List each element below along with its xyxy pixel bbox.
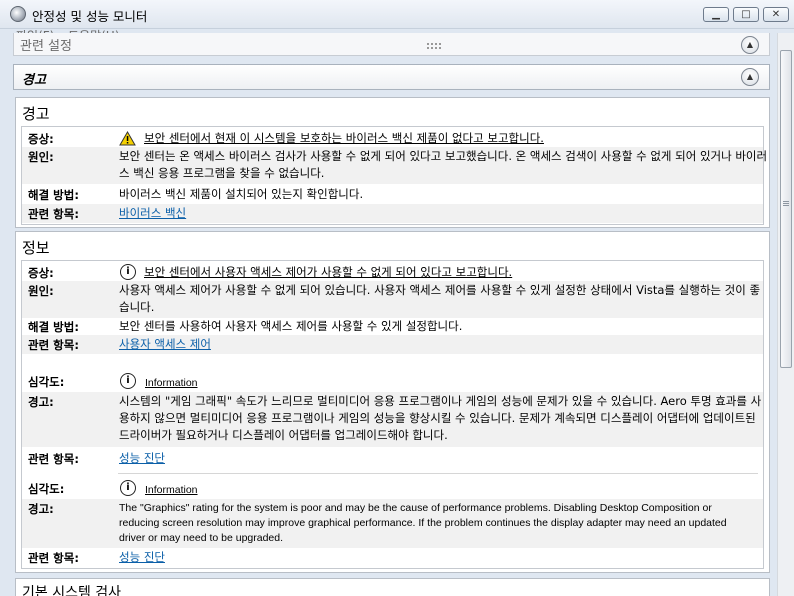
uac-cause-label: 원인:: [28, 284, 54, 298]
basic-system-checks-panel: 기본 시스템 검사: [15, 578, 770, 596]
warning-panel-title: 경고: [22, 105, 50, 123]
window-title: 안정성 및 성능 모니터: [32, 9, 148, 24]
antivirus-link[interactable]: 바이러스 백신: [119, 205, 186, 222]
uac-related-row: 관련 항목: 사용자 액세스 제어: [22, 335, 763, 354]
gfx-en-severity-value: Information: [145, 484, 198, 496]
gfx-ko-related-label: 관련 항목:: [28, 452, 79, 466]
related-settings-header[interactable]: 관련 설정 ▲: [13, 33, 770, 56]
related-row: 관련 항목: 바이러스 백신: [22, 204, 763, 223]
perf-diagnosis-link-2[interactable]: 성능 진단: [119, 549, 165, 566]
maximize-button[interactable]: □: [733, 7, 759, 22]
app-icon: [10, 6, 26, 22]
gfx-ko-warning-label: 경고:: [28, 395, 54, 409]
gfx-en-warning-text: The "Graphics" rating for the system is …: [119, 502, 727, 544]
perf-diagnosis-link[interactable]: 성능 진단: [119, 450, 165, 467]
related-settings-title: 관련 설정: [20, 39, 72, 54]
info-circle-icon: i: [120, 373, 136, 389]
gfx-ko-warning-text: 시스템의 "게임 그래픽" 속도가 느리므로 멀티미디어 응용 프로그램이나 게…: [119, 394, 762, 442]
resize-grip-icon[interactable]: [427, 43, 441, 49]
vertical-scrollbar[interactable]: [777, 33, 794, 596]
cause-text: 보안 센터는 온 액세스 바이러스 검사가 사용할 수 없게 되어 있다고 보고…: [119, 149, 768, 180]
uac-link[interactable]: 사용자 액세스 제어: [119, 336, 211, 353]
gfx-ko-warning-row: 경고: 시스템의 "게임 그래픽" 속도가 느리므로 멀티미디어 응용 프로그램…: [22, 392, 763, 447]
gfx-en-severity-row: 심각도: i Information: [22, 478, 763, 498]
symptom-text: 보안 센터에서 현재 이 시스템을 보호하는 바이러스 백신 제품이 없다고 보…: [144, 131, 544, 145]
symptom-label: 증상:: [28, 132, 54, 146]
uac-resolution-text: 보안 센터를 사용하여 사용자 액세스 제어를 사용할 수 있게 설정합니다.: [119, 319, 463, 333]
gfx-ko-related-row: 관련 항목: 성능 진단: [22, 449, 763, 469]
uac-related-label: 관련 항목:: [28, 338, 79, 352]
gfx-ko-severity-label: 심각도:: [28, 375, 65, 389]
collapse-warning-section-button[interactable]: ▲: [741, 68, 759, 86]
uac-resolution-row: 해결 방법: 보안 센터를 사용하여 사용자 액세스 제어를 사용할 수 있게 …: [22, 317, 763, 335]
resolution-text: 바이러스 백신 제품이 설치되어 있는지 확인합니다.: [119, 187, 364, 201]
gfx-en-warning-label: 경고:: [28, 502, 54, 516]
report-content: 관련 설정 ▲ 경고 ▲ 경고 증상: 보안 센터에서 현재 이 시스템을 보호…: [13, 33, 775, 596]
gfx-ko-severity-row: 심각도: i Information: [22, 371, 763, 391]
uac-symptom-row: 증상: i 보안 센터에서 사용자 액세스 제어가 사용할 수 없게 되어 있다…: [22, 263, 763, 281]
warning-triangle-icon: [119, 131, 136, 146]
cause-row: 원인: 보안 센터는 온 액세스 바이러스 검사가 사용할 수 없게 되어 있다…: [22, 147, 767, 184]
warning-item: 증상: 보안 센터에서 현재 이 시스템을 보호하는 바이러스 백신 제품이 없…: [21, 126, 767, 225]
info-panel: 정보 증상: i 보안 센터에서 사용자 액세스 제어가 사용할 수 없게 되어…: [15, 231, 770, 573]
uac-cause-text: 사용자 액세스 제어가 사용할 수 없게 되어 있습니다. 사용자 액세스 제어…: [119, 283, 761, 314]
resolution-row: 해결 방법: 바이러스 백신 제품이 설치되어 있는지 확인합니다.: [22, 185, 763, 203]
scroll-grip-icon: [783, 201, 789, 202]
related-label: 관련 항목:: [28, 207, 79, 221]
symptom-row: 증상: 보안 센터에서 현재 이 시스템을 보호하는 바이러스 백신 제품이 없…: [22, 129, 763, 147]
warning-panel: 경고 증상: 보안 센터에서 현재 이 시스템을 보호하는 바이러스 백신 제품…: [15, 97, 770, 228]
info-panel-title: 정보: [22, 239, 50, 257]
close-button[interactable]: ✕: [763, 7, 789, 22]
uac-resolution-label: 해결 방법:: [28, 320, 79, 334]
info-items: 증상: i 보안 센터에서 사용자 액세스 제어가 사용할 수 없게 되어 있다…: [21, 260, 764, 569]
uac-cause-row: 원인: 사용자 액세스 제어가 사용할 수 없게 되어 있습니다. 사용자 액세…: [22, 281, 763, 318]
info-circle-icon: i: [120, 264, 136, 280]
basic-system-checks-title: 기본 시스템 검사: [22, 585, 122, 596]
divider: [118, 473, 758, 474]
info-circle-icon: i: [120, 480, 136, 496]
gfx-en-related-row: 관련 항목: 성능 진단: [22, 548, 763, 568]
cause-label: 원인:: [28, 150, 54, 164]
minimize-button[interactable]: ▁: [703, 7, 729, 22]
gfx-en-related-label: 관련 항목:: [28, 551, 79, 565]
title-bar: 안정성 및 성능 모니터 ▁ □ ✕: [0, 0, 794, 29]
warning-section-title: 경고: [22, 73, 46, 88]
warning-section-header[interactable]: 경고 ▲: [13, 64, 770, 90]
collapse-related-settings-button[interactable]: ▲: [741, 36, 759, 54]
scrollbar-thumb[interactable]: [780, 50, 792, 368]
uac-symptom-label: 증상:: [28, 266, 54, 280]
gfx-en-warning-row: 경고: The "Graphics" rating for the system…: [22, 499, 763, 548]
resolution-label: 해결 방법:: [28, 188, 79, 202]
gfx-en-severity-label: 심각도:: [28, 482, 65, 496]
gfx-ko-severity-value: Information: [145, 377, 198, 389]
uac-symptom-text: 보안 센터에서 사용자 액세스 제어가 사용할 수 없게 되어 있다고 보고합니…: [144, 265, 513, 279]
